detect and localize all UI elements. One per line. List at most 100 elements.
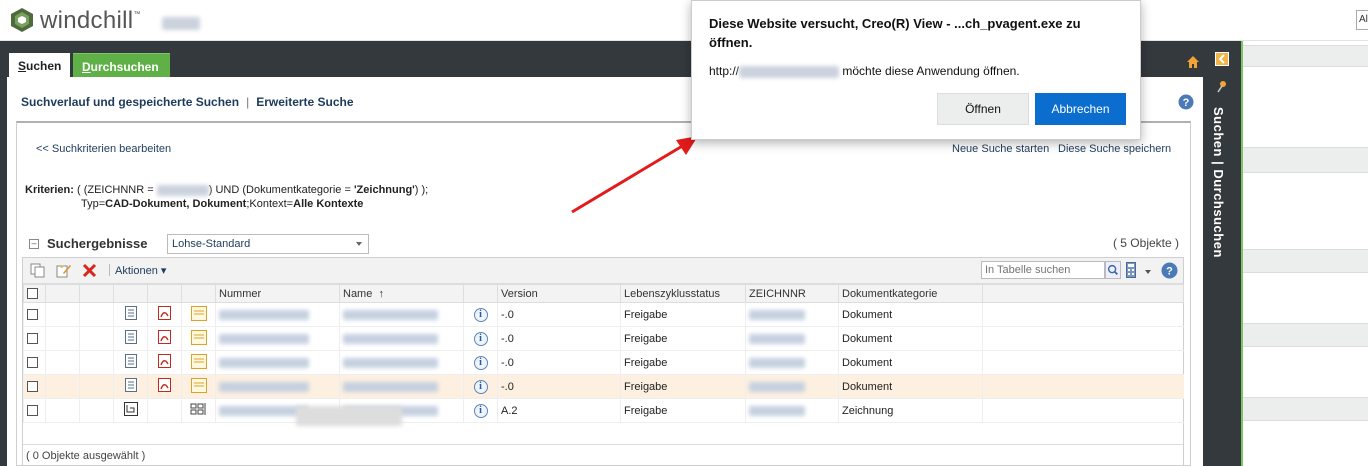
top-right-box[interactable]: Al bbox=[1356, 10, 1368, 30]
thumbnail-icon[interactable] bbox=[181, 350, 216, 375]
column-header-kategorie[interactable]: Dokumentkategorie bbox=[838, 284, 983, 303]
cad-drawing-icon[interactable] bbox=[113, 398, 148, 423]
cad-thumbnail-icon[interactable] bbox=[181, 398, 216, 423]
column-header-zeichnnr[interactable]: ZEICHNNR bbox=[745, 284, 839, 303]
redacted-value bbox=[219, 381, 309, 392]
row-checkbox-cell[interactable] bbox=[23, 326, 46, 351]
cell-version: -.0 bbox=[497, 326, 621, 351]
svg-text:?: ? bbox=[1183, 97, 1190, 109]
cell-status: Freigabe bbox=[620, 350, 746, 375]
row-checkbox[interactable] bbox=[27, 381, 38, 393]
document-icon[interactable] bbox=[113, 374, 148, 399]
chevron-down-icon[interactable] bbox=[1145, 270, 1151, 274]
edit-criteria-link[interactable]: << Suchkriterien bearbeiten bbox=[36, 143, 171, 155]
cell-nummer[interactable] bbox=[215, 326, 340, 351]
cell-status: Freigabe bbox=[620, 302, 746, 327]
row-checkbox[interactable] bbox=[27, 309, 38, 321]
column-header-name[interactable]: Name ↑ bbox=[339, 284, 464, 303]
side-panel: Suchen | Durchsuchen bbox=[1203, 41, 1241, 466]
home-icon[interactable] bbox=[1186, 55, 1200, 69]
cell-zeichnnr bbox=[745, 398, 839, 423]
row-checkbox[interactable] bbox=[27, 333, 38, 345]
info-icon[interactable]: i bbox=[463, 326, 498, 351]
row-checkbox-cell[interactable] bbox=[23, 398, 46, 423]
table-view-select[interactable]: Lohse-Standard bbox=[167, 234, 369, 254]
redacted-value bbox=[749, 309, 805, 320]
search-icon[interactable] bbox=[1105, 261, 1121, 279]
actions-menu[interactable]: Aktionen ▾ bbox=[108, 264, 166, 277]
row-checkbox[interactable] bbox=[27, 357, 38, 369]
document-icon[interactable] bbox=[113, 326, 148, 351]
row-checkbox-cell[interactable] bbox=[23, 374, 46, 399]
pdf-icon[interactable] bbox=[147, 374, 182, 399]
table-row[interactable]: i -.0 Freigabe Dokument bbox=[23, 350, 1184, 375]
info-icon[interactable]: i bbox=[463, 302, 498, 327]
subnav: Suchverlauf und gespeicherte Suchen | Erwe… bbox=[21, 95, 354, 109]
windchill-logo-icon bbox=[11, 8, 33, 32]
table-row[interactable]: i A.2 Freigabe Zeichnung bbox=[23, 398, 1184, 423]
cell-zeichnnr bbox=[745, 350, 839, 375]
cell-nummer[interactable] bbox=[215, 374, 340, 399]
edit-icon[interactable] bbox=[55, 262, 72, 279]
pdf-icon[interactable] bbox=[147, 326, 182, 351]
redacted-value bbox=[219, 309, 309, 320]
collapse-icon[interactable]: – bbox=[29, 239, 39, 249]
save-search-link[interactable]: Diese Suche speichern bbox=[1058, 143, 1171, 155]
side-panel-label[interactable]: Suchen | Durchsuchen bbox=[1211, 107, 1226, 258]
tab-durchsuchen[interactable]: Durchsuchen bbox=[73, 53, 170, 77]
pin-icon[interactable] bbox=[1217, 81, 1227, 93]
cell-nummer[interactable] bbox=[215, 302, 340, 327]
row-checkbox[interactable] bbox=[27, 405, 38, 417]
select-all-column[interactable] bbox=[23, 284, 46, 303]
results-table: Aktionen ▾ ? bbox=[22, 257, 1184, 466]
column-header-nummer[interactable]: Nummer bbox=[215, 284, 340, 303]
open-button[interactable]: Öffnen bbox=[937, 93, 1029, 125]
search-criteria: Kriterien: ( (ZEICHNNR = ) UND (Dokument… bbox=[25, 184, 429, 210]
cell-nummer[interactable] bbox=[215, 350, 340, 375]
advanced-search-link[interactable]: Erweiterte Suche bbox=[256, 95, 353, 109]
column-header-version[interactable]: Version bbox=[497, 284, 621, 303]
copy-icon[interactable] bbox=[29, 262, 46, 279]
cell-version: A.2 bbox=[497, 398, 621, 423]
new-search-link[interactable]: Neue Suche starten bbox=[952, 143, 1049, 155]
delete-icon[interactable] bbox=[81, 262, 98, 279]
table-row[interactable]: i -.0 Freigabe Dokument bbox=[23, 374, 1184, 399]
info-icon[interactable]: i bbox=[463, 350, 498, 375]
redacted-value bbox=[343, 381, 438, 392]
pdf-icon[interactable] bbox=[147, 302, 182, 327]
results-title: Suchergebnisse bbox=[47, 236, 148, 251]
document-icon[interactable] bbox=[113, 302, 148, 327]
table-row[interactable]: i -.0 Freigabe Dokument bbox=[23, 302, 1184, 327]
tab-suchen[interactable]: Suchen bbox=[9, 53, 70, 77]
thumbnail-icon[interactable] bbox=[181, 326, 216, 351]
cell-status: Freigabe bbox=[620, 326, 746, 351]
results-grid: Nummer Name ↑ Version Lebenszyklusstatus… bbox=[23, 284, 1184, 423]
redacted-value bbox=[156, 184, 209, 196]
info-icon[interactable]: i bbox=[463, 398, 498, 423]
pdf-icon[interactable] bbox=[147, 350, 182, 375]
redacted-value bbox=[219, 333, 309, 344]
info-icon[interactable]: i bbox=[463, 374, 498, 399]
cell-zeichnnr bbox=[745, 302, 839, 327]
cell-name bbox=[339, 374, 464, 399]
empty-cell bbox=[147, 398, 182, 423]
table-row[interactable]: i -.0 Freigabe Dokument bbox=[23, 326, 1184, 351]
table-search-input[interactable] bbox=[981, 261, 1105, 279]
row-checkbox-cell[interactable] bbox=[23, 350, 46, 375]
calculator-icon[interactable] bbox=[1126, 262, 1136, 278]
document-icon[interactable] bbox=[113, 350, 148, 375]
thumbnail-icon[interactable] bbox=[181, 374, 216, 399]
row-checkbox-cell[interactable] bbox=[23, 302, 46, 327]
help-icon[interactable]: ? bbox=[1161, 262, 1178, 279]
help-icon[interactable]: ? bbox=[1178, 94, 1194, 110]
cell-name bbox=[339, 326, 464, 351]
column-header-status[interactable]: Lebenszyklusstatus bbox=[620, 284, 746, 303]
thumbnail-icon[interactable] bbox=[181, 302, 216, 327]
dialog-message: http:// möchte diese Anwendung öffnen. bbox=[709, 64, 1020, 78]
cancel-button[interactable]: Abbrechen bbox=[1035, 93, 1126, 125]
cell-kategorie: Dokument bbox=[838, 326, 983, 351]
collapse-panel-icon[interactable] bbox=[1215, 52, 1229, 66]
select-all-checkbox[interactable] bbox=[27, 288, 38, 300]
object-count: ( 5 Objekte ) bbox=[1112, 236, 1179, 250]
search-history-link[interactable]: Suchverlauf und gespeicherte Suchen bbox=[21, 95, 239, 109]
